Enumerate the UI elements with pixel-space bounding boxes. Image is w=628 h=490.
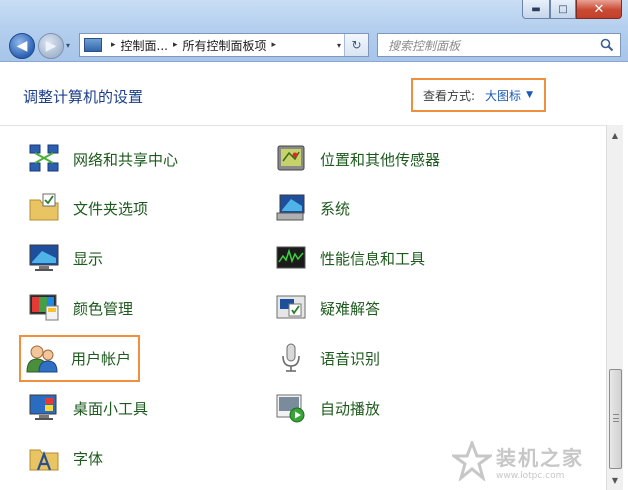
close-button[interactable]: ✕ (576, 0, 622, 19)
search-icon[interactable] (600, 38, 614, 52)
breadcrumb-separator[interactable]: ▸ (272, 40, 277, 50)
breadcrumb-control-panel[interactable]: 控制面... (121, 37, 168, 54)
desktop-gadgets-icon (29, 394, 57, 420)
item-speech-recognition[interactable]: 语音识别 (275, 338, 380, 378)
color-management-icon (29, 294, 59, 321)
item-label: 用户帐户 (71, 349, 132, 368)
item-label: 颜色管理 (73, 299, 134, 318)
item-label: 疑难解答 (320, 299, 381, 318)
forward-button[interactable]: ▶ (38, 33, 64, 59)
minimize-button[interactable]: ▬ (522, 0, 550, 19)
location-sensors-icon (277, 145, 305, 171)
item-label: 自动播放 (320, 399, 381, 418)
page-title: 调整计算机的设置 (23, 88, 144, 106)
breadcrumb-separator[interactable]: ▸ (173, 40, 178, 50)
item-display[interactable]: 显示 (28, 238, 103, 278)
maximize-button[interactable]: □ (550, 0, 576, 19)
watermark-name: 装机之家 (496, 445, 584, 470)
performance-icon (276, 246, 306, 269)
vertical-scrollbar[interactable]: ▲ ▼ (606, 125, 623, 490)
item-desktop-gadgets[interactable]: 桌面小工具 (28, 388, 148, 428)
item-label: 性能信息和工具 (320, 249, 426, 268)
item-label: 位置和其他传感器 (320, 150, 441, 169)
breadcrumb-all-items[interactable]: 所有控制面板项 (183, 37, 267, 54)
star-logo-icon (452, 441, 492, 481)
item-user-accounts[interactable]: 用户帐户 (26, 338, 131, 378)
item-label: 系统 (320, 199, 351, 218)
title-bar: ▬ □ ✕ ◀ ▶ ▾ ▸ 控制面... ▸ 所有控制面板项 ▸ ▾ ↻ 搜索控… (0, 0, 628, 62)
address-bar[interactable]: ▸ 控制面... ▸ 所有控制面板项 ▸ ▾ ↻ (79, 33, 369, 57)
item-label: 桌面小工具 (73, 399, 149, 418)
control-panel-icon (84, 38, 102, 52)
scroll-thumb[interactable] (609, 369, 622, 469)
window-controls: ▬ □ ✕ (522, 0, 622, 19)
view-by-value[interactable]: 大图标 (485, 87, 521, 104)
scroll-down-button[interactable]: ▼ (607, 472, 623, 488)
watermark-url: www.lotpc.com (496, 470, 565, 481)
autoplay-icon (276, 394, 305, 423)
arrow-left-icon: ◀ (16, 38, 28, 54)
search-input[interactable]: 搜索控制面板 (377, 33, 621, 57)
item-performance-tools[interactable]: 性能信息和工具 (275, 238, 425, 278)
folder-options-icon (29, 193, 59, 221)
scroll-up-button[interactable]: ▲ (607, 127, 623, 143)
divider (0, 125, 606, 126)
search-placeholder: 搜索控制面板 (388, 38, 461, 53)
item-system[interactable]: 系统 (275, 188, 350, 228)
back-button[interactable]: ◀ (9, 33, 35, 59)
refresh-icon: ↻ (351, 38, 362, 52)
view-by-selector[interactable]: 查看方式: 大图标 ▼ (411, 78, 546, 112)
item-label: 文件夹选项 (73, 199, 149, 218)
arrow-right-icon: ▶ (45, 38, 57, 54)
item-network-sharing-center[interactable]: 网络和共享中心 (28, 139, 178, 179)
breadcrumb-separator[interactable]: ▸ (111, 40, 116, 50)
item-label: 显示 (73, 249, 104, 268)
watermark-logo: 装机之家 www.lotpc.com (452, 440, 602, 482)
grip-icon (613, 414, 619, 422)
item-label: 语音识别 (320, 349, 381, 368)
troubleshooting-icon (276, 295, 306, 319)
address-dropdown[interactable]: ▾ (337, 41, 341, 50)
item-troubleshooting[interactable]: 疑难解答 (275, 288, 380, 328)
item-folder-options[interactable]: 文件夹选项 (28, 188, 148, 228)
item-label: 网络和共享中心 (73, 150, 179, 169)
network-center-icon (29, 144, 59, 172)
view-by-label: 查看方式: (423, 88, 476, 103)
item-location-sensors[interactable]: 位置和其他传感器 (275, 139, 440, 179)
chevron-down-icon[interactable]: ▼ (526, 90, 533, 100)
item-fonts[interactable]: 字体 (28, 438, 103, 478)
fonts-icon (29, 449, 59, 471)
user-accounts-icon (26, 345, 58, 373)
system-icon (276, 194, 305, 221)
display-icon (29, 244, 59, 271)
refresh-button[interactable]: ↻ (344, 34, 368, 56)
item-autoplay[interactable]: 自动播放 (275, 388, 380, 428)
item-color-management[interactable]: 颜色管理 (28, 288, 133, 328)
microphone-icon (282, 343, 300, 372)
item-label: 字体 (73, 449, 104, 468)
recent-pages-dropdown[interactable]: ▾ (66, 41, 70, 50)
